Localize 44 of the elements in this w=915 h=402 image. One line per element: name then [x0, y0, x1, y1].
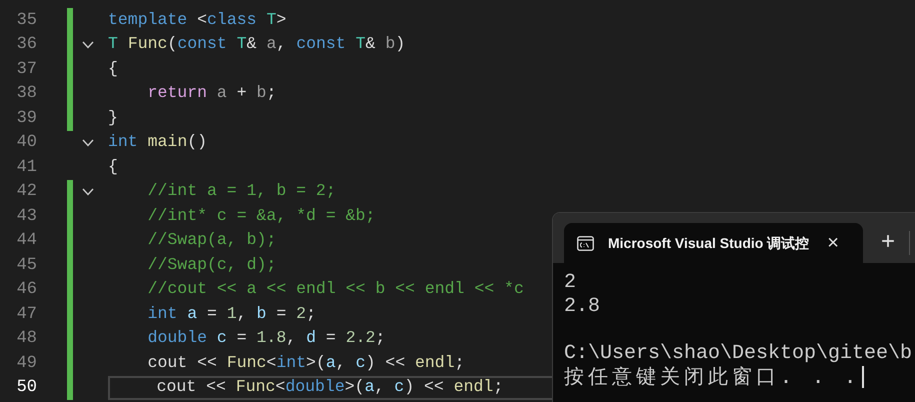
code-line: template <class T> [108, 8, 286, 31]
new-tab-button[interactable]: + [881, 230, 896, 254]
console-tab[interactable]: Microsoft Visual Studio 调试控 × [564, 223, 863, 263]
code-line: double c = 1.8, d = 2.2; [146, 327, 386, 350]
line-number: 47 [16, 304, 37, 326]
chevron-icon[interactable] [82, 138, 94, 147]
line-number: 35 [16, 10, 37, 32]
code-line: int a = 1, b = 2; [146, 302, 316, 325]
close-tab-button[interactable]: × [827, 233, 839, 253]
line-number: 45 [16, 254, 37, 276]
code-line: { [108, 156, 118, 178]
console-output-line: 2 [564, 271, 576, 294]
tab-title: Microsoft Visual Studio 调试控 [608, 234, 810, 252]
code-line: //cout << a << endl << b << endl << *c [146, 278, 524, 300]
line-number: 43 [16, 206, 37, 228]
line-number: 48 [16, 328, 37, 350]
terminal-icon [577, 236, 594, 250]
code-line: cout << Func<int>(a, c) << endl; [146, 352, 465, 374]
line-number: 36 [16, 34, 37, 56]
line-number: 50 [16, 377, 37, 399]
console-output-line: 2.8 [564, 294, 600, 318]
code-line: int main() [108, 131, 208, 154]
line-number: 49 [16, 352, 37, 374]
chevron-icon[interactable] [82, 40, 94, 49]
line-number: 46 [16, 279, 37, 301]
line-number: 44 [16, 230, 37, 252]
code-line: //int a = 1, b = 2; [146, 180, 336, 202]
code-line: return a + b; [146, 82, 276, 104]
chevron-icon[interactable] [82, 188, 94, 196]
line-number: 42 [16, 181, 37, 203]
code-line: } [108, 106, 118, 129]
code-line: T Func(const T& a, const T& b) [108, 33, 406, 56]
console-output-line: C:\Users\shao\Desktop\gitee\b [564, 342, 912, 365]
code-line: cout << Func<double>(a, c) << endl; [156, 376, 504, 398]
line-number: 39 [16, 108, 37, 130]
code-line: { [108, 58, 118, 80]
code-line: //Swap(a, b); [146, 229, 276, 252]
line-number: 41 [16, 156, 37, 178]
code-line: //Swap(c, d); [146, 254, 276, 276]
console-output-line: 按任意键关闭此窗口. . . [564, 365, 860, 388]
line-number: 40 [16, 132, 37, 154]
code-line: //int* c = &a, *d = &b; [146, 204, 376, 227]
line-number: 37 [16, 58, 37, 80]
line-number: 38 [16, 83, 37, 105]
